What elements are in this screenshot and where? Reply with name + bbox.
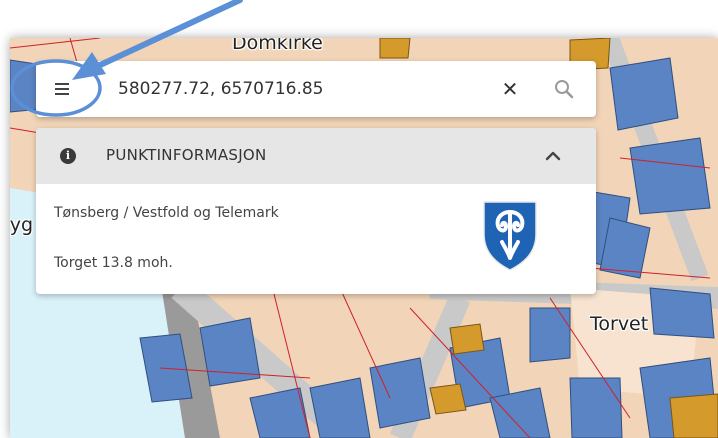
map-label-torvet: Torvet <box>590 313 649 335</box>
point-information-header[interactable]: i PUNKTINFORMASJON <box>36 128 596 184</box>
map-label-domkirke: Domkirke <box>232 38 323 54</box>
chevron-up-icon[interactable] <box>544 148 562 164</box>
search-button[interactable] <box>552 77 576 101</box>
municipal-coat-of-arms-icon <box>483 201 537 271</box>
menu-line <box>55 83 69 85</box>
point-information-panel: i PUNKTINFORMASJON Tønsberg / Vestfold o… <box>36 128 596 294</box>
map-label-partial: ryg <box>10 214 34 236</box>
screenshot-frame: Domkirke Torvet ryg ✕ i PUNKTINFORMASJON… <box>0 0 718 438</box>
place-elevation-text: Torget 13.8 moh. <box>54 255 173 271</box>
magnifier-icon <box>555 80 574 99</box>
hamburger-menu-icon[interactable] <box>52 79 72 99</box>
info-icon: i <box>60 148 76 164</box>
clear-search-button[interactable]: ✕ <box>498 77 522 101</box>
menu-line <box>55 88 69 90</box>
coordinate-search-input[interactable] <box>110 71 488 107</box>
menu-line <box>55 93 69 95</box>
point-information-title: PUNKTINFORMASJON <box>106 146 267 164</box>
municipality-county-text: Tønsberg / Vestfold og Telemark <box>54 205 279 221</box>
coordinate-search-bar: ✕ <box>36 61 596 117</box>
